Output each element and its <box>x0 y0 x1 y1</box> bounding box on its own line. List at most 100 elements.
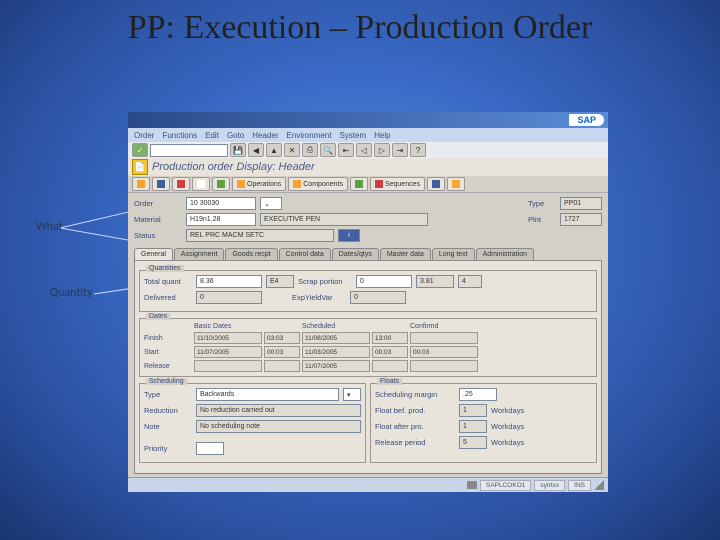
material-label: Material <box>134 215 182 224</box>
order-label: Order <box>134 199 182 208</box>
unit-field: E4 <box>266 275 294 288</box>
finish-sched-date: 11/08/2005 <box>302 332 370 344</box>
docs-button[interactable] <box>192 177 210 191</box>
menu-edit[interactable]: Edit <box>205 131 219 140</box>
dates-title: Dates <box>146 313 170 320</box>
next-page-button[interactable]: ▷ <box>374 143 390 157</box>
material-icon <box>157 180 165 188</box>
tab-general[interactable]: General <box>134 248 173 260</box>
finish-basic-time[interactable]: 03:03 <box>264 332 300 344</box>
after-field: 1 <box>459 420 487 433</box>
bars2-icon <box>452 180 460 188</box>
menu-help[interactable]: Help <box>374 131 390 140</box>
scrap-label: Scrap portion <box>298 277 352 286</box>
menu-order[interactable]: Order <box>134 131 154 140</box>
after-unit: Workdays <box>491 422 539 431</box>
sap-logo: SAP <box>569 114 604 126</box>
expyvar-field: 0 <box>350 291 406 304</box>
release-basic-date[interactable] <box>194 360 262 372</box>
last-page-button[interactable]: ⇥ <box>392 143 408 157</box>
finish-conf <box>410 332 478 344</box>
components-button[interactable]: Components <box>288 177 348 191</box>
standard-toolbar: ✓ 💾 ◀ ▲ ✕ ⎙ 🔍 ⇤ ◁ ▷ ⇥ ? <box>128 142 608 158</box>
help-button[interactable]: ? <box>410 143 426 157</box>
sched-type-field[interactable]: Backwards <box>196 388 339 401</box>
grid-icon <box>137 180 145 188</box>
window-titlebar: SAP <box>128 112 608 128</box>
menu-goto[interactable]: Goto <box>227 131 244 140</box>
col-confirmed: Confirmd <box>410 323 478 330</box>
quantities-title: Quantities <box>146 265 184 272</box>
menu-header[interactable]: Header <box>252 131 278 140</box>
type-field: PP01 <box>560 197 602 210</box>
menu-functions[interactable]: Functions <box>162 131 197 140</box>
sched-type-dropdown[interactable]: ▾ <box>343 388 361 401</box>
finish-sched-time: 13:00 <box>372 332 408 344</box>
find-button[interactable]: 🔍 <box>320 143 336 157</box>
material-field[interactable]: H19n1.28 <box>186 213 256 226</box>
save-button[interactable]: 💾 <box>230 143 246 157</box>
header-area: Order 10 30030 ⌄ Type PP01 Material H19n… <box>128 193 608 478</box>
dates-group: Dates Basic Dates Scheduled Confirmd Fin… <box>139 318 597 377</box>
priority-field[interactable] <box>196 442 224 455</box>
extra2-button[interactable] <box>447 177 465 191</box>
row-finish-label: Finish <box>144 335 192 342</box>
before-unit: Workdays <box>491 406 539 415</box>
back-button[interactable]: ◀ <box>248 143 264 157</box>
material-button[interactable] <box>152 177 170 191</box>
status-label: Status <box>134 231 182 240</box>
type-label: Type <box>528 199 556 208</box>
tab-assignment[interactable]: Assignment <box>174 248 225 260</box>
capacity-button[interactable] <box>172 177 190 191</box>
totalq-field[interactable]: 8.36 <box>196 275 262 288</box>
tab-longtext[interactable]: Long text <box>432 248 475 260</box>
cancel-button[interactable]: ✕ <box>284 143 300 157</box>
releaseper-unit: Workdays <box>491 438 539 447</box>
enter-button[interactable]: ✓ <box>132 143 148 157</box>
status-info-button[interactable]: i <box>338 229 360 242</box>
tab-masterdata[interactable]: Master data <box>380 248 431 260</box>
order-field[interactable]: 10 30030 <box>186 197 256 210</box>
menu-bar[interactable]: Order Functions Edit Goto Header Environ… <box>128 128 608 142</box>
resize-grip[interactable] <box>594 480 604 490</box>
doc-icon <box>197 180 205 188</box>
command-field[interactable] <box>150 144 228 157</box>
tab-admin[interactable]: Administration <box>476 248 534 260</box>
tab-controldata[interactable]: Control data <box>279 248 331 260</box>
release-basic-time[interactable] <box>264 360 300 372</box>
status-icon <box>467 481 477 489</box>
status-field: REL PRC MACM SETC <box>186 229 334 242</box>
after-label: Float after pro. <box>375 422 455 431</box>
finish-basic-date[interactable]: 11/10/2005 <box>194 332 262 344</box>
status-ins: INS <box>568 480 591 491</box>
row-release-label: Release <box>144 363 192 370</box>
quantities-group: Quantities Total quant 8.36 E4 Scrap por… <box>139 270 597 312</box>
first-page-button[interactable]: ⇤ <box>338 143 354 157</box>
overview-button[interactable] <box>132 177 150 191</box>
order-search[interactable]: ⌄ <box>260 197 282 210</box>
wm-button[interactable] <box>350 177 368 191</box>
print-button[interactable]: ⎙ <box>302 143 318 157</box>
start-basic-time[interactable]: 00:03 <box>264 346 300 358</box>
scrap-field[interactable]: 0 <box>356 275 412 288</box>
sap-window: SAP Order Functions Edit Goto Header Env… <box>128 112 608 492</box>
exit-button[interactable]: ▲ <box>266 143 282 157</box>
recipe-icon <box>217 180 225 188</box>
margin-field[interactable]: .25 <box>459 388 497 401</box>
recipe-button[interactable] <box>212 177 230 191</box>
plant-field: 1727 <box>560 213 602 226</box>
sched-type-label: Type <box>144 390 192 399</box>
menu-environment[interactable]: Environment <box>287 131 332 140</box>
extra1-button[interactable] <box>427 177 445 191</box>
sequences-button[interactable]: Sequences <box>370 177 425 191</box>
note-field: No scheduling note <box>196 420 361 433</box>
operations-button[interactable]: Operations <box>232 177 286 191</box>
app-toolbar: Operations Components Sequences <box>128 176 608 193</box>
menu-system[interactable]: System <box>339 131 366 140</box>
start-basic-date[interactable]: 11/07/2005 <box>194 346 262 358</box>
prev-page-button[interactable]: ◁ <box>356 143 372 157</box>
tab-datesqtys[interactable]: Dates/qtys <box>332 248 379 260</box>
floats-group: Floats Scheduling margin.25 Float bef. p… <box>370 383 597 463</box>
scrap-pct: 3.81 <box>416 275 454 288</box>
tab-goodsrecpt[interactable]: Goods recpt <box>225 248 277 260</box>
